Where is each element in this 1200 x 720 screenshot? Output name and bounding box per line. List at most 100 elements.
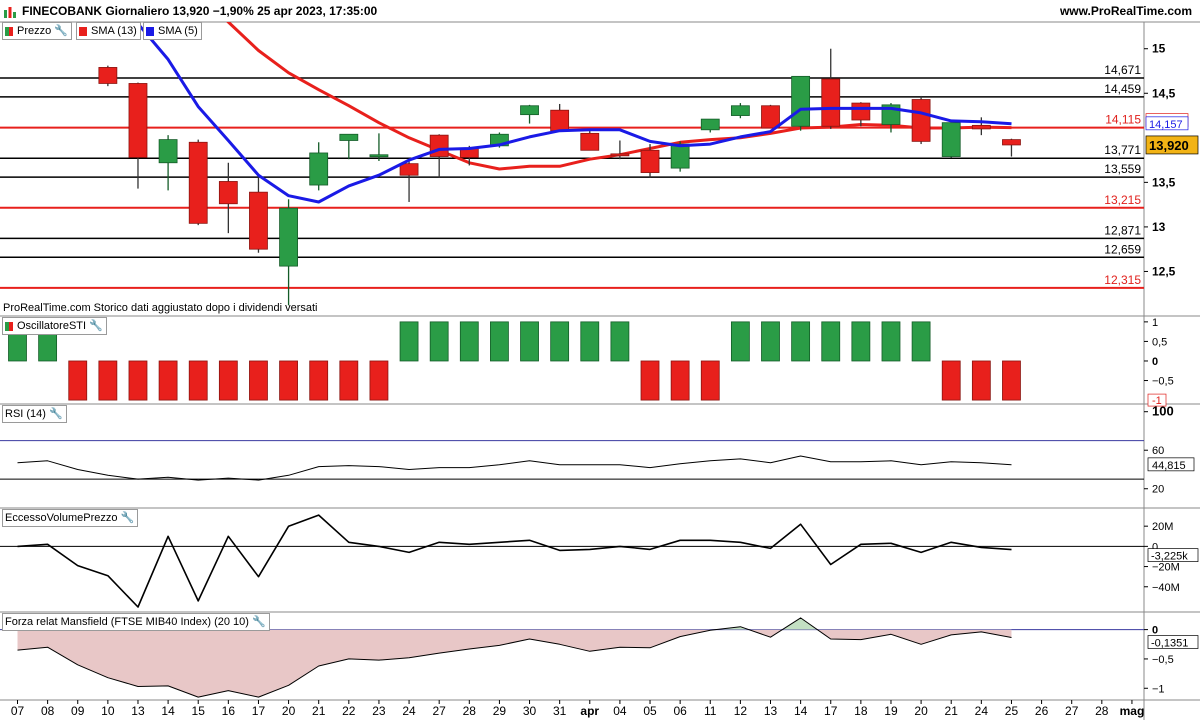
evp-line [17, 514, 1012, 608]
candle-body [188, 141, 208, 224]
x-tick-label: 22 [342, 704, 356, 718]
x-tick-label: 04 [613, 704, 627, 718]
candle-apr [580, 130, 600, 151]
wrench-icon[interactable]: 🔧 [252, 614, 266, 630]
level-label: 13,559 [1104, 162, 1141, 176]
candle-20 [911, 95, 931, 145]
wrench-icon[interactable]: 🔧 [121, 510, 135, 526]
wrench-icon[interactable]: 🔧 [54, 23, 68, 39]
wrench-icon[interactable]: 🔧 [89, 318, 103, 334]
candle-31 [550, 103, 570, 132]
bar-chart-icon[interactable] [4, 5, 16, 18]
y-tick-label: 15 [1152, 42, 1166, 56]
level-label: 12,315 [1104, 273, 1141, 287]
level-label: 14,115 [1105, 113, 1141, 127]
sti-bar-04 [610, 321, 630, 362]
candle-body [429, 134, 449, 157]
y-tick-label: 0 [1152, 625, 1158, 637]
x-tick-label: 13 [764, 704, 778, 718]
x-tick-label: 28 [1095, 704, 1109, 718]
sti-bar-15 [188, 360, 208, 401]
x-tick-label: 20 [282, 704, 296, 718]
value-label: -3,225k [1151, 551, 1188, 563]
x-tick-label: 23 [372, 704, 386, 718]
value-label: 44,815 [1152, 460, 1186, 472]
candle-body [670, 143, 690, 169]
candle-14 [158, 135, 178, 191]
candle-17 [821, 48, 841, 129]
sti-bar-21 [309, 360, 329, 401]
legend-mansfield-label: Forza relat Mansfield (FTSE MIB40 Index)… [5, 616, 249, 628]
sti-bar-13 [761, 321, 780, 362]
y-tick-label: 13 [1152, 220, 1166, 234]
wrench-icon[interactable]: 🔧 [49, 406, 63, 422]
sma13-swatch [79, 26, 87, 36]
sti-bar-20 [279, 360, 298, 401]
sti-bar-10 [98, 360, 118, 401]
sti-bar-25 [1002, 360, 1021, 401]
sma5-swatch [146, 26, 154, 36]
x-tick-label: 17 [824, 704, 838, 718]
level-label: 14,671 [1104, 63, 1141, 77]
x-tick-label: 24 [975, 704, 989, 718]
y-tick-label: −1 [1152, 683, 1165, 695]
y-tick-label: 1 [1152, 317, 1158, 329]
legend-sti[interactable]: OscillatoreSTI 🔧 [2, 317, 107, 335]
candle-21 [941, 122, 961, 158]
candle-body [821, 78, 841, 127]
legend-price-label: Prezzo [17, 25, 52, 37]
y-tick-label: −0,5 [1152, 376, 1174, 388]
sti-bar-29 [490, 321, 509, 362]
legend-sma5[interactable]: SMA (5) [143, 22, 202, 40]
candle-13 [761, 104, 780, 129]
sti-swatch [5, 321, 13, 331]
candle-body [98, 67, 118, 84]
candle-body [550, 109, 570, 132]
candle-body [520, 105, 539, 116]
candle-body [851, 102, 871, 121]
candle-12 [730, 103, 750, 119]
y-tick-label: −20M [1152, 562, 1180, 574]
legend-evp[interactable]: EccessoVolumePrezzo 🔧 [2, 509, 139, 527]
x-tick-label: 14 [794, 704, 808, 718]
legend-rsi[interactable]: RSI (14) 🔧 [2, 405, 67, 423]
value-label: -0,1351 [1151, 638, 1188, 650]
x-tick-label: 13 [131, 704, 145, 718]
sti-bar-18 [851, 321, 871, 362]
legend-mansfield[interactable]: Forza relat Mansfield (FTSE MIB40 Index)… [2, 613, 270, 631]
site-link[interactable]: www.ProRealTime.com [1060, 0, 1192, 22]
x-tick-label: 10 [101, 704, 115, 718]
chart-title: FINECOBANK Giornaliero 13,920 −1,90% 25 … [22, 4, 378, 18]
y-tick-label: −0,5 [1152, 654, 1174, 666]
x-tick-label: 24 [402, 704, 416, 718]
candle-16 [218, 162, 238, 234]
value-label: 13,920 [1149, 138, 1189, 153]
candle-body [971, 124, 991, 130]
candle-24 [399, 160, 419, 202]
candle-body [279, 207, 298, 267]
y-tick-label: 20M [1152, 521, 1173, 533]
y-tick-label: 0,5 [1152, 336, 1167, 348]
y-tick-label: −40M [1152, 582, 1180, 594]
y-tick-label: 14,5 [1152, 86, 1176, 100]
sti-bar-21 [941, 360, 961, 401]
sti-bar-apr [580, 321, 600, 362]
x-tick-label: 29 [493, 704, 507, 718]
candle-body [158, 139, 178, 164]
x-tick-label: 25 [1005, 704, 1019, 718]
candle-22 [339, 133, 359, 160]
candle-30 [520, 104, 539, 124]
legend-price[interactable]: Prezzo 🔧 [2, 22, 72, 40]
candle-body [249, 191, 268, 250]
level-label: 13,215 [1104, 193, 1141, 207]
candle-body [610, 153, 630, 157]
x-tick-label: 08 [41, 704, 55, 718]
candle-23 [369, 133, 389, 161]
legend-sma13[interactable]: SMA (13) [76, 22, 141, 40]
candle-body [339, 133, 359, 141]
sti-bar-16 [218, 360, 238, 401]
y-tick-label: 20 [1152, 484, 1164, 496]
sti-bar-20 [911, 321, 931, 362]
sti-bar-23 [369, 360, 389, 401]
sti-bar-24 [399, 321, 419, 362]
